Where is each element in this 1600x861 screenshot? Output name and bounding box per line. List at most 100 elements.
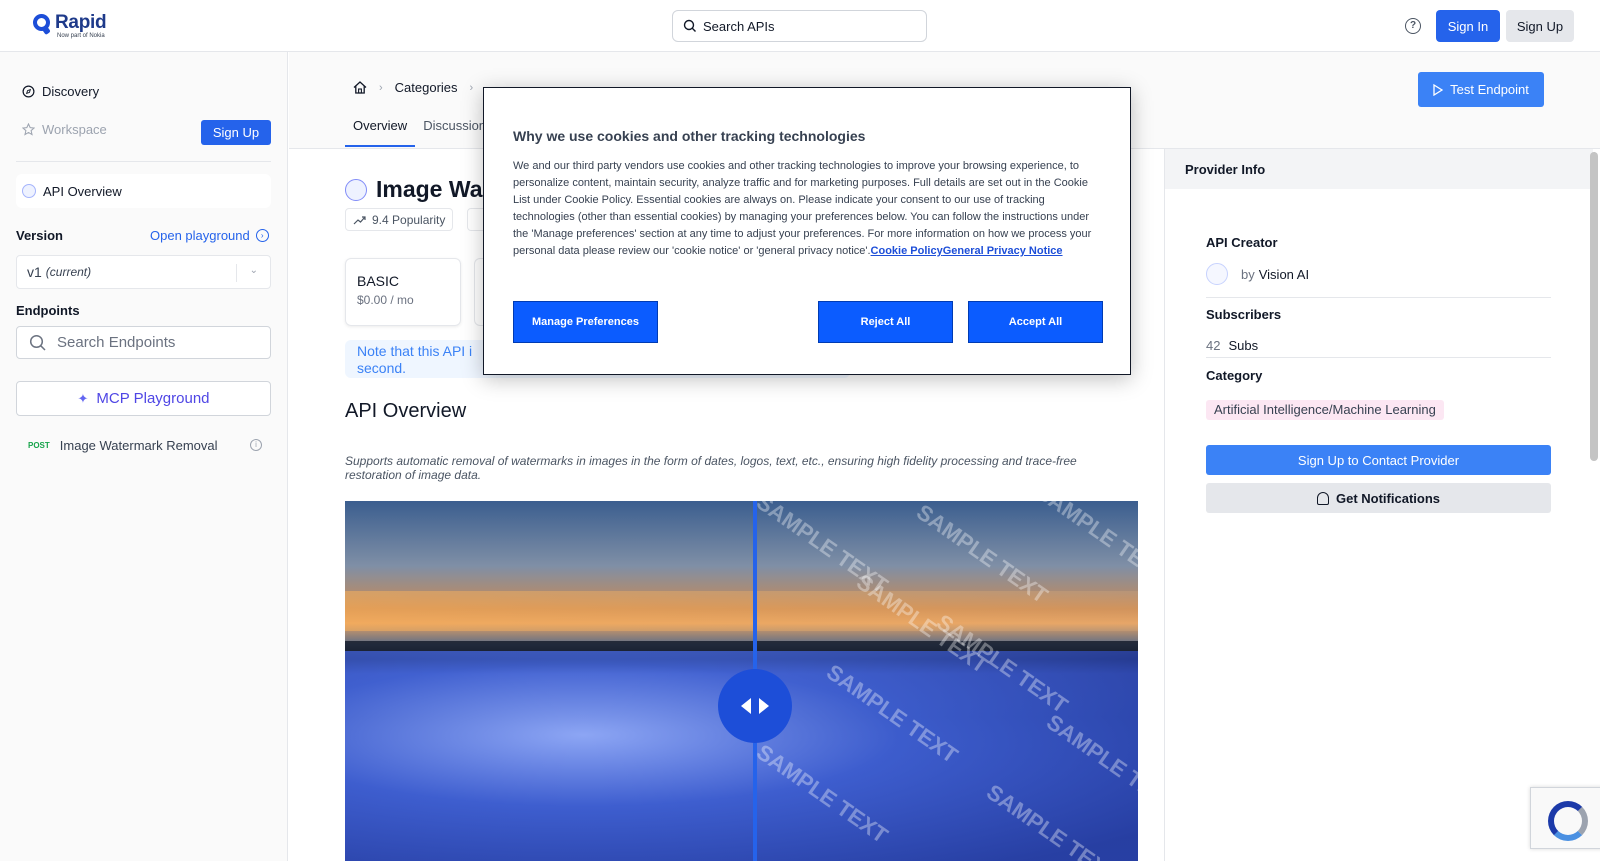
brand-subtitle: Now part of Nokia — [57, 33, 105, 39]
chevron-down-icon: ⌄ — [249, 265, 258, 276]
api-logo-icon — [22, 184, 36, 198]
plan-price: $0.00 / mo — [357, 293, 414, 307]
star-icon — [22, 123, 35, 136]
slider-handle[interactable] — [718, 669, 792, 743]
test-endpoint-button[interactable]: Test Endpoint — [1418, 72, 1544, 107]
cookie-dialog-body: We and our third party vendors use cooki… — [513, 158, 1103, 260]
search-endpoints-placeholder: Search Endpoints — [57, 334, 176, 351]
get-notifications-button[interactable]: Get Notifications — [1206, 483, 1551, 513]
tab-overview[interactable]: Overview — [345, 110, 416, 147]
search-icon — [683, 19, 696, 32]
plan-name: BASIC — [357, 273, 400, 289]
breadcrumb: › Categories › — [353, 80, 485, 95]
open-playground-label: Open playground — [150, 228, 250, 243]
subscribers-label: Subscribers — [1206, 307, 1282, 322]
sign-up-button[interactable]: Sign Up — [1506, 10, 1574, 42]
info-icon[interactable]: i — [250, 439, 262, 451]
sparkle-icon: ✦ — [77, 390, 89, 406]
compass-icon — [22, 85, 35, 98]
chevron-right-icon: › — [379, 81, 383, 94]
get-notifications-label: Get Notifications — [1335, 490, 1440, 506]
category-tag[interactable]: Artificial Intelligence/Machine Learning — [1206, 400, 1444, 420]
api-logo-icon — [345, 178, 367, 201]
rapid-logo-icon — [33, 14, 51, 35]
play-icon — [1433, 83, 1444, 96]
section-title: API Overview — [345, 400, 467, 422]
sign-in-button[interactable]: Sign In — [1436, 10, 1500, 42]
sidebar-item-workspace[interactable]: Workspace — [22, 122, 107, 137]
sidebar-item-api-overview[interactable]: API Overview — [16, 174, 271, 208]
sidebar-item-discovery[interactable]: Discovery — [22, 84, 99, 99]
version-value: v1 — [27, 264, 42, 280]
popularity-value: 9.4 Popularity — [372, 212, 446, 227]
sidebar-item-label: Workspace — [42, 122, 107, 137]
http-method-badge: POST — [28, 441, 50, 450]
arrow-right-circle-icon: › — [255, 229, 269, 242]
accept-all-button[interactable]: Accept All — [968, 301, 1103, 343]
provider-avatar — [1206, 263, 1228, 285]
bell-icon — [1316, 491, 1329, 505]
version-select[interactable]: v1 (current) ⌄ — [16, 255, 271, 289]
trending-up-icon — [353, 215, 366, 224]
endpoint-item[interactable]: POST Image Watermark Removal i — [28, 438, 268, 453]
creator-name: Vision AI — [1258, 266, 1310, 282]
sidebar-divider — [16, 161, 271, 162]
cookie-consent-dialog: Why we use cookies and other tracking te… — [483, 87, 1131, 375]
help-icon[interactable]: ? — [1405, 18, 1421, 34]
divider — [1206, 297, 1551, 298]
version-current-tag: (current) — [45, 265, 92, 279]
arrow-left-icon — [741, 698, 751, 714]
reject-all-button[interactable]: Reject All — [818, 301, 953, 343]
search-apis-placeholder: Search APIs — [703, 18, 775, 34]
cookie-body-text: We and our third party vendors use cooki… — [513, 160, 1092, 257]
breadcrumb-categories[interactable]: Categories — [395, 80, 458, 95]
left-sidebar: Discovery Workspace Sign Up API Overview… — [0, 52, 288, 861]
mcp-playground-label: MCP Playground — [96, 390, 210, 407]
top-bar: Rapid Now part of Nokia Search APIs ? Si… — [0, 0, 1600, 52]
sidebar-item-label: Discovery — [42, 84, 100, 99]
endpoint-name: Image Watermark Removal — [59, 438, 218, 453]
mcp-playground-button[interactable]: ✦ MCP Playground — [16, 381, 271, 416]
brand-name: Rapid — [55, 12, 107, 33]
cookie-policy-link[interactable]: Cookie Policy — [871, 245, 943, 257]
provider-info-panel: Provider Info API Creator by Vision AI S… — [1164, 149, 1600, 861]
api-title-row: Image Wa — [345, 176, 483, 203]
search-apis-input[interactable]: Search APIs — [672, 10, 927, 42]
rapid-logo[interactable]: Rapid Now part of Nokia — [33, 12, 107, 40]
watermark-text: SAMPLE TEXT — [1032, 501, 1138, 588]
chevron-right-icon: › — [469, 81, 474, 94]
provider-info-title: Provider Info — [1165, 149, 1593, 189]
scrollbar-thumb[interactable] — [1590, 152, 1598, 461]
tab-bar: Overview Discussions — [345, 110, 501, 147]
manage-preferences-button[interactable]: Manage Preferences — [513, 301, 658, 343]
subscribers-unit: Subs — [1228, 338, 1259, 353]
contact-provider-button[interactable]: Sign Up to Contact Provider — [1206, 445, 1551, 475]
cookie-dialog-title: Why we use cookies and other tracking te… — [513, 128, 866, 144]
select-separator — [236, 264, 237, 282]
api-creator[interactable]: by Vision AI — [1206, 263, 1309, 285]
arrow-right-icon — [759, 698, 769, 714]
pricing-plan-card[interactable]: BASIC $0.00 / mo — [345, 258, 461, 326]
recaptcha-badge[interactable] — [1530, 787, 1600, 849]
sidebar-item-label: API Overview — [43, 183, 122, 199]
endpoints-label: Endpoints — [16, 303, 80, 318]
sidebar-sign-up-button[interactable]: Sign Up — [201, 120, 271, 145]
search-icon — [29, 334, 46, 351]
privacy-notice-link[interactable]: General Privacy Notice — [943, 245, 1063, 257]
open-playground-link[interactable]: Open playground › — [150, 228, 269, 243]
api-creator-label: API Creator — [1206, 235, 1278, 250]
recaptcha-icon — [1548, 801, 1588, 841]
search-endpoints-input[interactable]: Search Endpoints — [16, 326, 271, 359]
test-endpoint-label: Test Endpoint — [1450, 82, 1529, 97]
api-title: Image Wa — [376, 176, 483, 202]
api-description: Supports automatic removal of watermarks… — [345, 454, 1077, 482]
subscribers-count: 42 Subs — [1206, 338, 1258, 353]
version-label: Version — [16, 228, 63, 243]
popularity-badge: 9.4 Popularity — [345, 208, 454, 231]
category-label: Category — [1206, 368, 1263, 383]
home-icon[interactable] — [353, 81, 367, 94]
divider — [1206, 357, 1551, 358]
subscribers-number: 42 — [1206, 338, 1221, 353]
before-after-image-slider[interactable]: SAMPLE TEXT SAMPLE TEXT SAMPLE TEXT SAMP… — [345, 501, 1138, 861]
creator-by: by — [1241, 266, 1255, 282]
